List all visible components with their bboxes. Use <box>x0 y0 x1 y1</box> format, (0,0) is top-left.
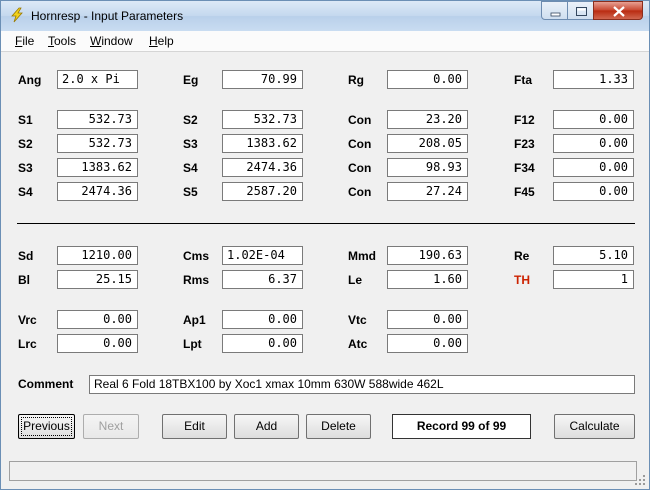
label-con-2: Con <box>348 137 372 151</box>
th-field[interactable]: 1 <box>553 270 634 289</box>
ang-field[interactable]: 2.0 x Pi <box>57 70 138 89</box>
atc-field[interactable]: 0.00 <box>387 334 468 353</box>
label-f23: F23 <box>514 137 535 151</box>
close-button[interactable] <box>593 1 643 20</box>
section-divider <box>17 223 635 224</box>
next-button[interactable]: Next <box>83 414 139 439</box>
s3-row3-field[interactable]: 1383.62 <box>57 158 138 177</box>
add-button[interactable]: Add <box>234 414 299 439</box>
lpt-field[interactable]: 0.00 <box>222 334 303 353</box>
edit-button[interactable]: Edit <box>162 414 227 439</box>
rg-field[interactable]: 0.00 <box>387 70 468 89</box>
label-sd: Sd <box>18 249 34 263</box>
ap1-field[interactable]: 0.00 <box>222 310 303 329</box>
label-cms: Cms <box>183 249 210 263</box>
fta-field[interactable]: 1.33 <box>553 70 634 89</box>
label-s2: S2 <box>183 113 198 127</box>
label-ang: Ang <box>18 73 42 87</box>
label-eg: Eg <box>183 73 199 87</box>
s1-field[interactable]: 532.73 <box>57 110 138 129</box>
label-f12: F12 <box>514 113 535 127</box>
delete-button[interactable]: Delete <box>306 414 371 439</box>
label-f45: F45 <box>514 185 535 199</box>
label-con-3: Con <box>348 161 372 175</box>
status-bar <box>9 461 637 481</box>
vtc-field[interactable]: 0.00 <box>387 310 468 329</box>
f34-field[interactable]: 0.00 <box>553 158 634 177</box>
app-window: Hornresp - Input Parameters File Tools W… <box>0 0 650 490</box>
s4-row4-field[interactable]: 2474.36 <box>57 182 138 201</box>
label-vtc: Vtc <box>348 313 367 327</box>
f23-field[interactable]: 0.00 <box>553 134 634 153</box>
lightning-bolt-icon <box>11 7 23 23</box>
resize-grip-icon[interactable] <box>633 473 647 487</box>
con2-field[interactable]: 208.05 <box>387 134 468 153</box>
menu-tools[interactable]: Tools <box>48 34 76 48</box>
f12-field[interactable]: 0.00 <box>553 110 634 129</box>
label-s3-row3: S3 <box>18 161 33 175</box>
label-f34: F34 <box>514 161 535 175</box>
con4-field[interactable]: 27.24 <box>387 182 468 201</box>
label-vrc: Vrc <box>18 313 37 327</box>
label-rg: Rg <box>348 73 364 87</box>
rms-field[interactable]: 6.37 <box>222 270 303 289</box>
label-lrc: Lrc <box>18 337 37 351</box>
con1-field[interactable]: 23.20 <box>387 110 468 129</box>
sd-field[interactable]: 1210.00 <box>57 246 138 265</box>
calculate-button[interactable]: Calculate <box>554 414 635 439</box>
s4-field[interactable]: 2474.36 <box>222 158 303 177</box>
minimize-icon <box>550 12 561 17</box>
minimize-button[interactable] <box>541 1 568 20</box>
f45-field[interactable]: 0.00 <box>553 182 634 201</box>
maximize-icon <box>576 7 587 16</box>
label-th[interactable]: TH <box>514 273 530 287</box>
s2-field[interactable]: 532.73 <box>222 110 303 129</box>
label-s4-row4: S4 <box>18 185 33 199</box>
label-le: Le <box>348 273 363 287</box>
comment-field[interactable]: Real 6 Fold 18TBX100 by Xoc1 xmax 10mm 6… <box>89 375 635 394</box>
mmd-field[interactable]: 190.63 <box>387 246 468 265</box>
menu-bar: File Tools Window Help <box>1 31 649 52</box>
label-re: Re <box>514 249 530 263</box>
title-bar[interactable]: Hornresp - Input Parameters <box>1 1 649 31</box>
con3-field[interactable]: 98.93 <box>387 158 468 177</box>
label-ap1: Ap1 <box>183 313 206 327</box>
lrc-field[interactable]: 0.00 <box>57 334 138 353</box>
label-lpt: Lpt <box>183 337 202 351</box>
previous-button[interactable]: Previous <box>18 414 75 439</box>
label-s3: S3 <box>183 137 198 151</box>
label-s4: S4 <box>183 161 198 175</box>
s5-field[interactable]: 2587.20 <box>222 182 303 201</box>
s3-field[interactable]: 1383.62 <box>222 134 303 153</box>
label-con-4: Con <box>348 185 372 199</box>
eg-field[interactable]: 70.99 <box>222 70 303 89</box>
vrc-field[interactable]: 0.00 <box>57 310 138 329</box>
label-s5: S5 <box>183 185 198 199</box>
maximize-button[interactable] <box>567 1 594 20</box>
label-atc: Atc <box>348 337 368 351</box>
s2-row2-field[interactable]: 532.73 <box>57 134 138 153</box>
window-title: Hornresp - Input Parameters <box>31 9 184 23</box>
label-mmd: Mmd <box>348 249 376 263</box>
menu-file[interactable]: File <box>15 34 34 48</box>
menu-window[interactable]: Window <box>90 34 133 48</box>
menu-help[interactable]: Help <box>149 34 174 48</box>
re-field[interactable]: 5.10 <box>553 246 634 265</box>
bl-field[interactable]: 25.15 <box>57 270 138 289</box>
label-s1: S1 <box>18 113 33 127</box>
label-s2-row2: S2 <box>18 137 33 151</box>
label-bl: Bl <box>18 273 30 287</box>
cms-field[interactable]: 1.02E-04 <box>222 246 303 265</box>
label-fta: Fta <box>514 73 532 87</box>
record-indicator: Record 99 of 99 <box>392 414 531 439</box>
label-rms: Rms <box>183 273 210 287</box>
label-comment: Comment <box>18 377 74 391</box>
close-icon <box>613 6 625 17</box>
label-con-1: Con <box>348 113 372 127</box>
le-field[interactable]: 1.60 <box>387 270 468 289</box>
